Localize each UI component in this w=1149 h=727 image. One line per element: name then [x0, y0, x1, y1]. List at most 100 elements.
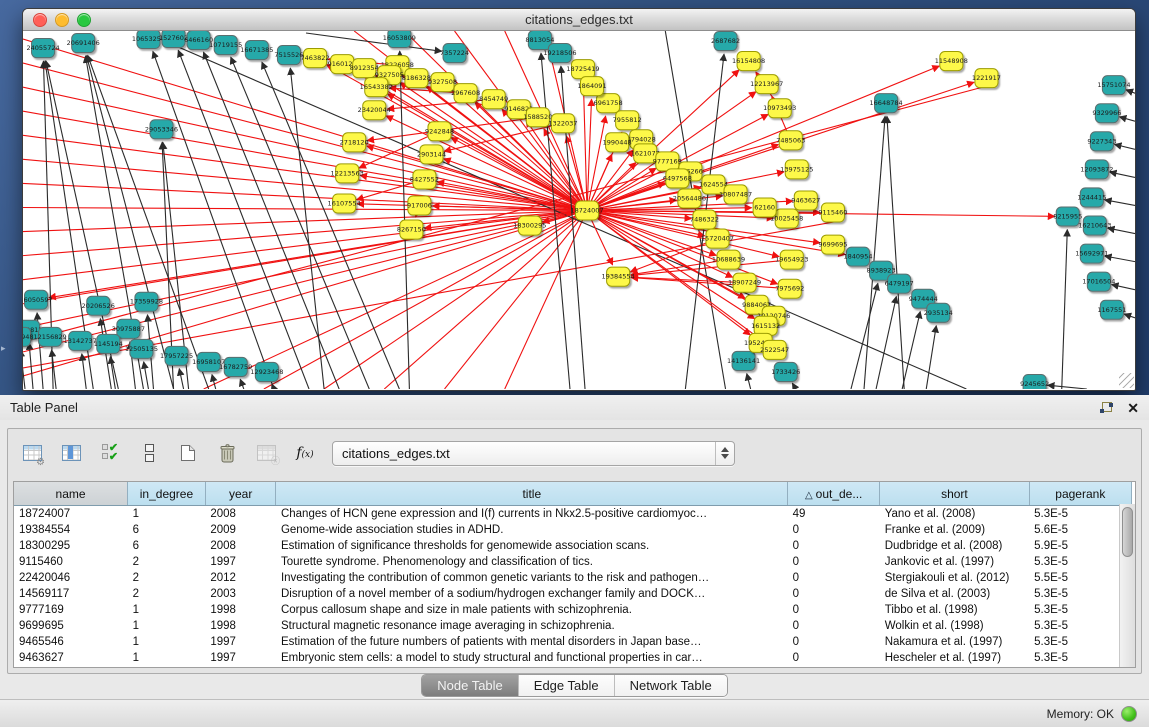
float-panel-icon[interactable]: [1100, 402, 1113, 413]
graph-node[interactable]: 18907249: [728, 273, 761, 292]
graph-node[interactable]: 2967608: [451, 84, 480, 103]
graph-node[interactable]: 12505135: [125, 339, 158, 358]
graph-node[interactable]: 2935134: [924, 303, 953, 322]
graph-node[interactable]: 1221917: [972, 69, 1001, 88]
graph-node[interactable]: 18300295: [513, 216, 546, 235]
graph-node[interactable]: 1733426: [771, 362, 800, 381]
graph-node[interactable]: 7955812: [613, 111, 642, 130]
graph-node[interactable]: 19218506: [543, 44, 576, 63]
graph-node[interactable]: 15692971: [1075, 244, 1108, 263]
graph-node[interactable]: 8427552: [410, 170, 439, 189]
graph-node[interactable]: 1145194: [94, 334, 123, 353]
graph-node[interactable]: 7975692: [775, 279, 804, 298]
table-row[interactable]: 1872400712008Changes of HCN gene express…: [14, 506, 1132, 523]
column-header-in-degree[interactable]: in_degree: [128, 482, 206, 506]
graph-node[interactable]: 9115460: [818, 203, 847, 222]
close-panel-icon[interactable]: ✕: [1127, 401, 1139, 415]
table-row[interactable]: 1456911722003Disruption of a novel membe…: [14, 586, 1132, 602]
graph-node[interactable]: 7357224: [440, 44, 469, 63]
graph-node[interactable]: 7485063: [776, 131, 805, 150]
graph-node[interactable]: 8267150: [397, 220, 426, 239]
table-row[interactable]: 977716911998Corpus callosum shape and si…: [14, 602, 1132, 618]
table-row[interactable]: 2242004622012Investigating the contribut…: [14, 570, 1132, 586]
memory-status-indicator[interactable]: [1121, 706, 1137, 722]
graph-node[interactable]: 7486322: [690, 210, 719, 229]
graph-node[interactable]: 23420044: [358, 101, 391, 120]
graph-node[interactable]: 2903144: [417, 145, 446, 164]
graph-node[interactable]: 9227343: [1087, 132, 1116, 151]
graph-node[interactable]: 1864091: [578, 77, 607, 96]
column-header-short[interactable]: short: [880, 482, 1029, 506]
minimize-window-button[interactable]: [55, 13, 69, 27]
table-row[interactable]: 946362711997Embryonic stem cells: a mode…: [14, 650, 1132, 666]
graph-node[interactable]: 6479197: [885, 274, 914, 293]
graph-node[interactable]: 29053346: [145, 120, 178, 139]
graph-node[interactable]: 16543382: [360, 78, 393, 97]
delete-table-button[interactable]: [215, 441, 239, 465]
graph-node[interactable]: 9245652: [1020, 374, 1049, 389]
panel-collapse-arrow[interactable]: ▸: [1, 344, 6, 353]
graph-node[interactable]: 12156829: [34, 327, 67, 346]
graph-node[interactable]: 19654923: [775, 250, 808, 269]
graph-node[interactable]: 917006: [407, 196, 432, 215]
window-resize-grip[interactable]: [1119, 373, 1134, 388]
create-table-button[interactable]: [176, 441, 200, 465]
graph-node[interactable]: 2718120: [340, 133, 369, 152]
graph-node[interactable]: 12093872: [1080, 160, 1113, 179]
select-all-columns-button[interactable]: ✔✔: [98, 441, 122, 465]
graph-node[interactable]: 2522547: [760, 340, 789, 359]
graph-node[interactable]: 12923468: [250, 362, 283, 381]
column-header-title[interactable]: title: [276, 482, 788, 506]
graph-node[interactable]: 11548908: [935, 52, 968, 71]
table-row[interactable]: 911546021997Tourette syndrome. Phenomeno…: [14, 554, 1132, 570]
graph-node[interactable]: 9463627: [791, 191, 820, 210]
graph-node[interactable]: 9242848: [425, 122, 454, 141]
graph-node[interactable]: 9329966: [1092, 104, 1121, 123]
graph-node[interactable]: 7515526: [274, 46, 303, 65]
graph-node[interactable]: 20564486: [673, 189, 706, 208]
graph-node[interactable]: 12213563: [331, 164, 364, 183]
graph-node[interactable]: 10807487: [719, 185, 752, 204]
tab-network-table[interactable]: Network Table: [614, 675, 727, 696]
graph-node[interactable]: 10688639: [712, 250, 745, 269]
graph-node[interactable]: 20206526: [82, 296, 115, 315]
graph-node[interactable]: 20691406: [67, 34, 100, 53]
table-mode-button[interactable]: ⚙: [20, 441, 44, 465]
table-row[interactable]: 1830029562008Estimation of significance …: [14, 538, 1132, 554]
graph-node[interactable]: 18725419: [566, 60, 599, 79]
graph-node[interactable]: 14136141: [727, 351, 760, 370]
graph-node[interactable]: 62160: [753, 198, 776, 217]
column-header-name[interactable]: name: [14, 482, 128, 506]
graph-node[interactable]: 6497568: [663, 169, 692, 188]
graph-node[interactable]: 17016504: [1082, 272, 1115, 291]
graph-node[interactable]: 15751074: [1097, 76, 1130, 95]
zoom-window-button[interactable]: [77, 13, 91, 27]
graph-node[interactable]: 1244415: [1077, 188, 1106, 207]
column-header-year[interactable]: year: [205, 482, 276, 506]
graph-node[interactable]: 10973493: [763, 99, 796, 118]
graph-node[interactable]: 1167551: [1097, 300, 1126, 319]
graph-node[interactable]: 10719155: [209, 36, 242, 55]
graph-node[interactable]: 1615132: [751, 316, 780, 335]
graph-node[interactable]: 13975125: [780, 160, 813, 179]
table-scrollbar-thumb[interactable]: [1122, 507, 1133, 557]
graph-node[interactable]: 17359928: [130, 292, 163, 311]
table-row[interactable]: 1938455462009Genome-wide association stu…: [14, 522, 1132, 538]
graph-node[interactable]: 1990448: [603, 133, 632, 152]
tab-edge-table[interactable]: Edge Table: [518, 675, 614, 696]
graph-node[interactable]: 19384554: [602, 267, 635, 286]
tab-node-table[interactable]: Node Table: [422, 675, 518, 696]
graph-node[interactable]: 18724007: [570, 201, 603, 220]
network-canvas[interactable]: 2405572420691406106532571527602646616010…: [23, 31, 1135, 389]
window-titlebar[interactable]: citations_edges.txt: [23, 9, 1135, 31]
graph-node[interactable]: 6961758: [594, 94, 623, 113]
table-row[interactable]: 969969511998Structural magnetic resonanc…: [14, 618, 1132, 634]
table-selector[interactable]: citations_edges.txt: [332, 441, 735, 466]
graph-node[interactable]: 12213967: [750, 75, 783, 94]
graph-node[interactable]: 16648784: [870, 94, 903, 113]
graph-node[interactable]: 1322037: [548, 114, 577, 133]
function-builder-button[interactable]: f(x): [293, 441, 317, 465]
unselect-all-columns-button[interactable]: [137, 441, 161, 465]
table-scrollbar[interactable]: [1119, 504, 1135, 667]
graph-node[interactable]: 16782759: [219, 357, 252, 376]
